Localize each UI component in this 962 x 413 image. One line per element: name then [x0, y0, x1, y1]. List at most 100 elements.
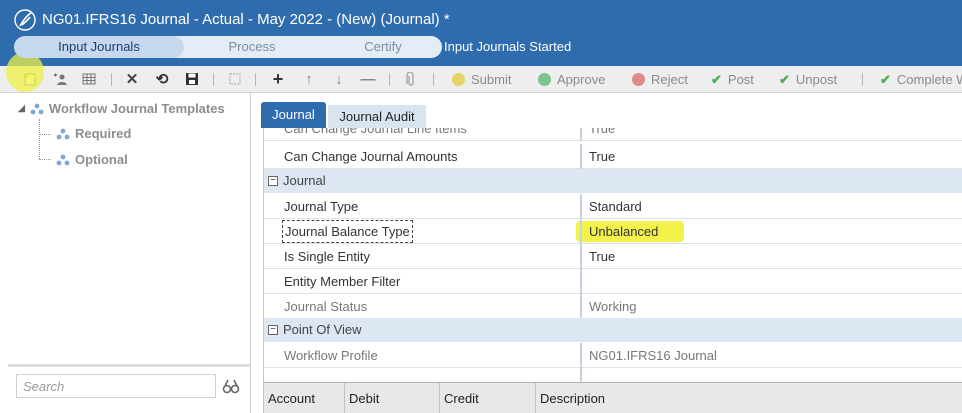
tree-connector: [39, 134, 51, 135]
property-row[interactable]: Can Change Journal Line Items True: [264, 128, 962, 141]
toolbar: ✕ ⟲ + ↑ ↓ — Submit Approve Reject ✔ Post…: [0, 66, 962, 93]
tab-journal[interactable]: Journal: [261, 102, 326, 128]
reject-button[interactable]: Reject: [632, 66, 688, 93]
binoculars-icon[interactable]: [222, 378, 240, 394]
tree-item-required[interactable]: Required: [56, 126, 131, 141]
refresh-icon[interactable]: ⟲: [153, 66, 171, 93]
property-value: True: [589, 249, 616, 264]
property-row[interactable]: Is Single Entity True: [264, 244, 962, 269]
section-title: Point Of View: [283, 322, 362, 337]
submit-button[interactable]: Submit: [452, 66, 511, 93]
toolbar-separator: [255, 73, 256, 86]
property-row[interactable]: Workflow Profile NG01.IFRS16 Journal: [264, 343, 962, 368]
workflow-step-certify[interactable]: Certify: [304, 36, 442, 58]
collapse-toggle-icon[interactable]: −: [268, 176, 278, 186]
property-name: Workflow Profile: [284, 348, 378, 363]
column-header-description[interactable]: Description: [535, 383, 935, 413]
column-divider: [580, 244, 582, 269]
property-name: Is Single Entity: [284, 249, 370, 264]
toolbar-separator: [213, 73, 214, 86]
workflow-steps: Certify Process Input Journals: [14, 36, 442, 58]
submit-icon: [452, 73, 465, 86]
approve-icon: [538, 73, 551, 86]
tree-item-optional[interactable]: Optional: [56, 152, 128, 167]
column-header-credit[interactable]: Credit: [439, 383, 535, 413]
title-bar: NG01.IFRS16 Journal - Actual - May 2022 …: [0, 0, 962, 66]
reject-label: Reject: [651, 72, 688, 87]
template-group-icon: [56, 154, 70, 165]
tree-item-label: Required: [75, 126, 132, 141]
grid-view-icon[interactable]: [80, 66, 98, 93]
journal-editor-window: NG01.IFRS16 Journal - Actual - May 2022 …: [0, 0, 962, 413]
checkmark-icon: ✔: [880, 72, 891, 87]
reject-icon: [632, 73, 645, 86]
column-divider: [580, 128, 582, 141]
column-divider: [580, 144, 582, 169]
property-row[interactable]: Entity Member Filter: [264, 269, 962, 294]
complete-workflow-button[interactable]: ✔ Complete W: [880, 66, 962, 93]
tree-root-workflow-journal-templates[interactable]: ◢ Workflow Journal Templates: [18, 101, 225, 116]
tree-root-label: Workflow Journal Templates: [48, 101, 225, 116]
collapse-toggle-icon[interactable]: −: [268, 325, 278, 335]
approve-label: Approve: [557, 72, 606, 87]
panel-splitter[interactable]: [8, 364, 251, 367]
column-divider: [580, 294, 582, 319]
new-from-template-icon[interactable]: [51, 66, 69, 93]
property-name: Journal Balance Type: [282, 220, 413, 243]
tree-connector: [39, 159, 51, 160]
post-button[interactable]: ✔ Post: [711, 66, 754, 93]
journal-lines-header: Account Debit Credit Description: [263, 382, 962, 413]
annotation-highlight: [6, 52, 44, 92]
property-value: True: [589, 128, 616, 136]
remove-line-icon[interactable]: —: [359, 66, 377, 93]
attachment-icon[interactable]: [402, 66, 420, 93]
delete-icon[interactable]: ✕: [123, 66, 141, 93]
toolbar-separator: [862, 73, 863, 86]
post-label: Post: [727, 72, 754, 87]
section-journal[interactable]: − Journal: [264, 169, 962, 193]
property-name: Journal Status: [284, 299, 368, 314]
tab-journal-audit[interactable]: Journal Audit: [328, 105, 426, 128]
collapse-triangle-icon[interactable]: ◢: [18, 103, 25, 114]
toolbar-separator: [111, 73, 112, 86]
toolbar-separator: [433, 73, 434, 86]
move-down-icon[interactable]: ↓: [330, 66, 348, 93]
column-divider: [580, 194, 582, 219]
search-input[interactable]: [16, 374, 216, 398]
property-row[interactable]: Journal Type Standard: [264, 194, 962, 219]
unpost-label: Unpost: [795, 72, 838, 87]
unpost-button[interactable]: ✔ Unpost: [779, 66, 837, 93]
section-point-of-view[interactable]: − Point Of View: [264, 318, 962, 342]
toolbar-separator: [389, 73, 390, 86]
property-name: Entity Member Filter: [284, 274, 401, 289]
complete-label: Complete W: [896, 72, 962, 87]
submit-label: Submit: [471, 72, 512, 87]
column-divider: [580, 219, 582, 244]
property-name: Journal Type: [284, 199, 359, 214]
app-logo-icon: [14, 9, 36, 31]
add-line-icon[interactable]: +: [269, 66, 287, 93]
workflow-status: Input Journals Started: [444, 39, 572, 54]
property-row-partial[interactable]: [264, 368, 962, 382]
property-value: Working: [589, 299, 637, 314]
property-value[interactable]: Unbalanced: [589, 219, 658, 244]
property-row[interactable]: Can Change Journal Amounts True: [264, 144, 962, 169]
workflow-step-process[interactable]: Process: [164, 36, 324, 58]
approve-button[interactable]: Approve: [538, 66, 605, 93]
save-icon[interactable]: [183, 66, 201, 93]
property-value: True: [589, 149, 616, 164]
column-header-debit[interactable]: Debit: [344, 383, 439, 413]
template-group-icon: [56, 128, 70, 139]
property-name: Can Change Journal Amounts: [284, 149, 458, 164]
move-up-icon[interactable]: ↑: [300, 66, 318, 93]
workflow-step-input-journals[interactable]: Input Journals: [14, 36, 184, 58]
column-divider: [580, 368, 582, 382]
tree-item-label: Optional: [75, 152, 128, 167]
section-title: Journal: [283, 173, 326, 188]
select-range-icon[interactable]: [226, 66, 244, 93]
property-row-selected[interactable]: Journal Balance Type Unbalanced: [264, 219, 962, 244]
property-row[interactable]: Journal Status Working: [264, 294, 962, 319]
unpost-icon: ✔: [779, 72, 790, 87]
journal-properties-grid: Can Change Journal Line Items True Can C…: [263, 128, 962, 382]
column-header-account[interactable]: Account: [263, 383, 344, 413]
